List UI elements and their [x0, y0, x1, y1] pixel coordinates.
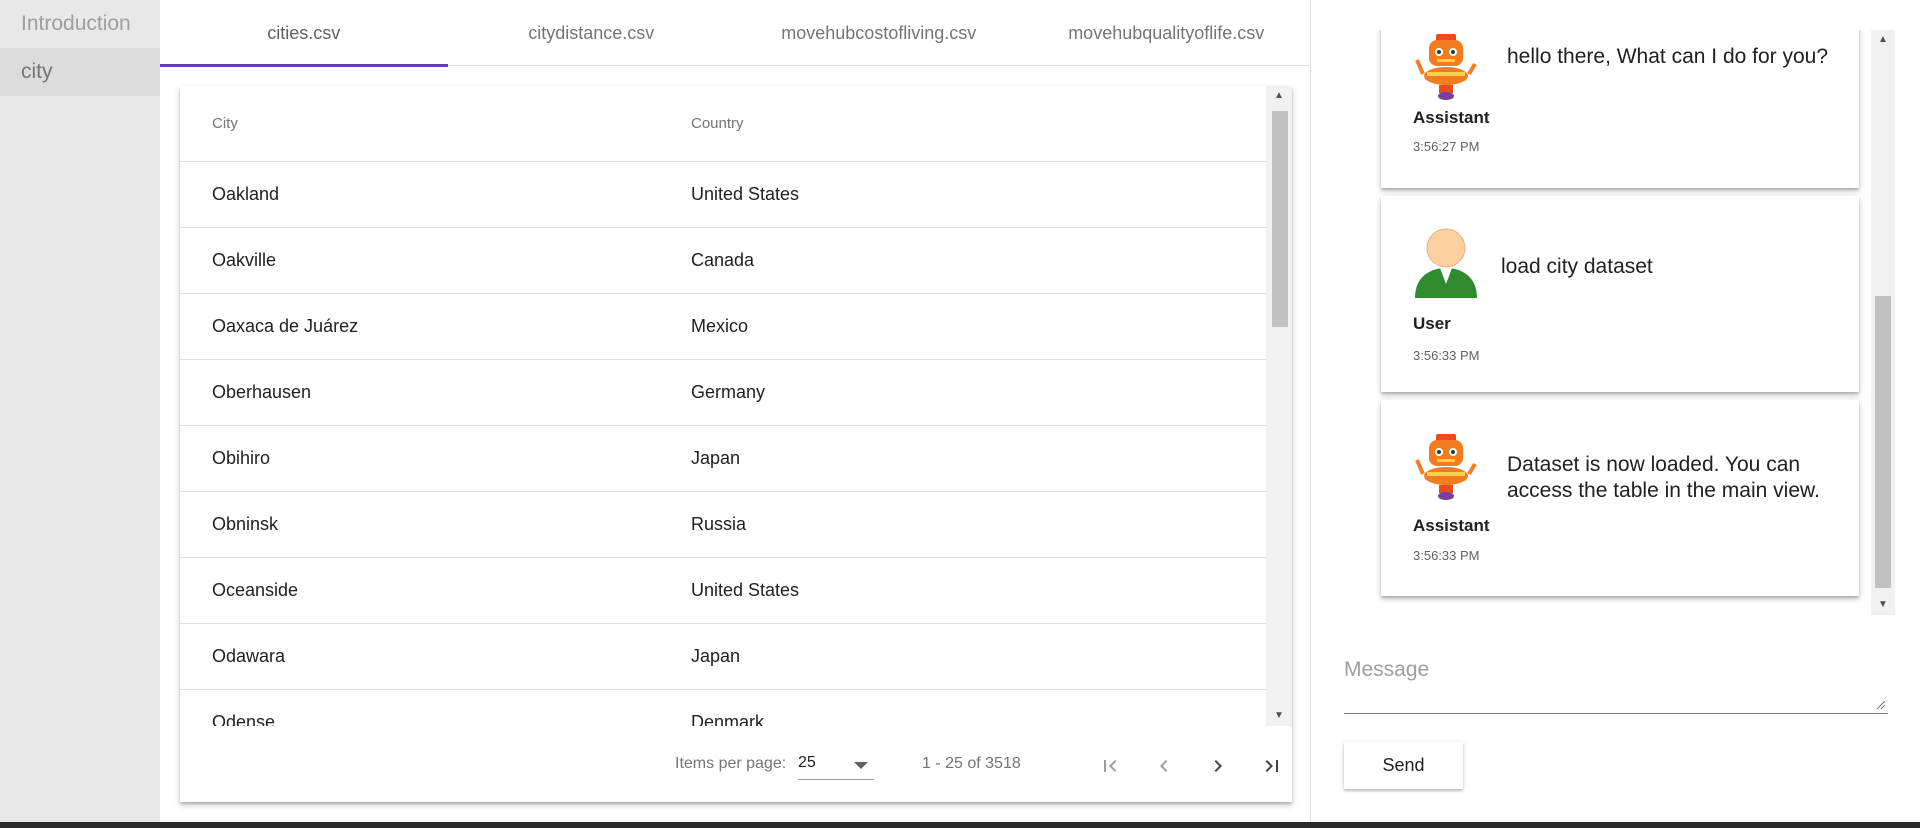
sidebar-item-introduction[interactable]: Introduction [0, 0, 160, 48]
cell-city: Oaxaca de Juárez [212, 316, 359, 336]
cell-country: Mexico [691, 316, 749, 336]
file-tabs: cities.csv citydistance.csv movehubcosto… [160, 0, 1311, 67]
cell-city: Obninsk [212, 514, 279, 534]
tab-cities-csv[interactable]: cities.csv [160, 0, 448, 67]
message-input[interactable] [1344, 648, 1888, 692]
message-text: Dataset is now loaded. You can access th… [1507, 453, 1820, 502]
table-row[interactable]: Oceanside United States [180, 558, 1266, 624]
user-avatar-icon [1415, 228, 1477, 298]
scroll-up-arrow-icon[interactable]: ▲ [1871, 30, 1895, 50]
app-root: Introduction city cities.csv citydistanc… [0, 0, 1920, 828]
table-row[interactable]: Odense Denmark [180, 690, 1266, 726]
tab-movehubqualityoflife-csv[interactable]: movehubqualityoflife.csv [1023, 0, 1311, 66]
message-text: load city dataset [1501, 255, 1653, 278]
cell-country: Denmark [691, 712, 765, 726]
chat-message-assistant: hello there, What can I do for you? Assi… [1381, 30, 1859, 188]
cell-city: Obihiro [212, 448, 271, 468]
cell-city: Oceanside [212, 580, 299, 600]
main-content: cities.csv citydistance.csv movehubcosto… [160, 0, 1310, 822]
last-page-icon [1265, 760, 1278, 772]
message-text: hello there, What can I do for you? [1507, 45, 1829, 68]
left-sidebar: Introduction city [0, 0, 160, 822]
page-size-select[interactable]: 25 [798, 750, 874, 780]
chat-panel: hello there, What can I do for you? Assi… [1310, 0, 1920, 822]
chevron-left-icon [1160, 760, 1168, 772]
first-page-button[interactable] [1090, 746, 1130, 786]
message-timestamp: 3:56:33 PM [1413, 348, 1480, 363]
column-header-country[interactable]: Country [691, 115, 1266, 132]
cell-country: Russia [691, 514, 747, 534]
previous-page-button[interactable] [1144, 746, 1184, 786]
chat-messages[interactable]: hello there, What can I do for you? Assi… [1371, 30, 1871, 615]
resize-grip-icon[interactable] [1876, 700, 1886, 710]
tab-citydistance-csv[interactable]: citydistance.csv [448, 0, 736, 66]
dropdown-arrow-icon [854, 762, 868, 769]
cell-country: Germany [691, 382, 766, 402]
message-sender: User [1413, 314, 1451, 333]
cell-country: United States [691, 580, 800, 600]
paginator: Items per page: 25 1 - 25 of 3518 [180, 726, 1292, 802]
cell-country: Japan [691, 646, 741, 666]
tab-movehubcostofliving-csv[interactable]: movehubcostofliving.csv [735, 0, 1023, 66]
chat-message-user: load city dataset User 3:56:33 PM [1381, 196, 1859, 392]
message-sender: Assistant [1413, 108, 1490, 127]
cell-country: Japan [691, 448, 741, 468]
table-scrollbar-thumb[interactable] [1272, 111, 1288, 327]
scroll-down-arrow-icon[interactable]: ▼ [1266, 706, 1292, 726]
chevron-right-icon [1214, 760, 1222, 772]
table-viewport: City Country Oakland United States Oakvi… [180, 86, 1266, 726]
send-button[interactable]: Send [1344, 742, 1463, 789]
sidebar-item-city[interactable]: city [0, 48, 160, 96]
cell-city: Odawara [212, 646, 286, 666]
robot-avatar-icon [1415, 434, 1477, 500]
table-row[interactable]: Obninsk Russia [180, 492, 1266, 558]
table-row[interactable]: Oakville Canada [180, 228, 1266, 294]
chat-message-assistant: Dataset is now loaded. You can access th… [1381, 400, 1859, 596]
column-header-city[interactable]: City [180, 115, 691, 132]
chat-scrollbar[interactable]: ▲ ▼ [1871, 30, 1895, 615]
table-header-row: City Country [180, 86, 1266, 162]
page-size-value: 25 [798, 754, 816, 771]
table-row[interactable]: Oakland United States [180, 162, 1266, 228]
last-page-button[interactable] [1252, 746, 1292, 786]
table-row[interactable]: Oaxaca de Juárez Mexico [180, 294, 1266, 360]
cell-city: Odense [212, 712, 276, 726]
cell-country: Canada [691, 250, 755, 270]
robot-avatar-icon [1415, 34, 1477, 100]
message-timestamp: 3:56:33 PM [1413, 548, 1480, 563]
table-container[interactable]: City Country Oakland United States Oakvi… [180, 86, 1292, 726]
cell-country: United States [691, 184, 800, 204]
cell-city: Oakland [212, 184, 280, 204]
cell-city: Oakville [212, 250, 277, 270]
message-timestamp: 3:56:27 PM [1413, 139, 1480, 154]
cell-city: Oberhausen [212, 382, 312, 402]
table-row[interactable]: Odawara Japan [180, 624, 1266, 690]
message-sender: Assistant [1413, 516, 1490, 535]
table-row[interactable]: Oberhausen Germany [180, 360, 1266, 426]
chat-scrollbar-thumb[interactable] [1875, 296, 1891, 588]
table-scrollbar[interactable]: ▲ ▼ [1266, 86, 1292, 726]
first-page-icon [1104, 760, 1117, 772]
message-field[interactable] [1344, 648, 1888, 714]
window-bottom-edge [0, 822, 1920, 828]
items-per-page-label: Items per page: [675, 755, 787, 772]
table-card: City Country Oakland United States Oakvi… [180, 86, 1292, 802]
table-row[interactable]: Obihiro Japan [180, 426, 1266, 492]
page-range-label: 1 - 25 of 3518 [922, 755, 1021, 772]
scroll-down-arrow-icon[interactable]: ▼ [1871, 595, 1895, 615]
next-page-button[interactable] [1198, 746, 1238, 786]
scroll-up-arrow-icon[interactable]: ▲ [1266, 86, 1292, 106]
